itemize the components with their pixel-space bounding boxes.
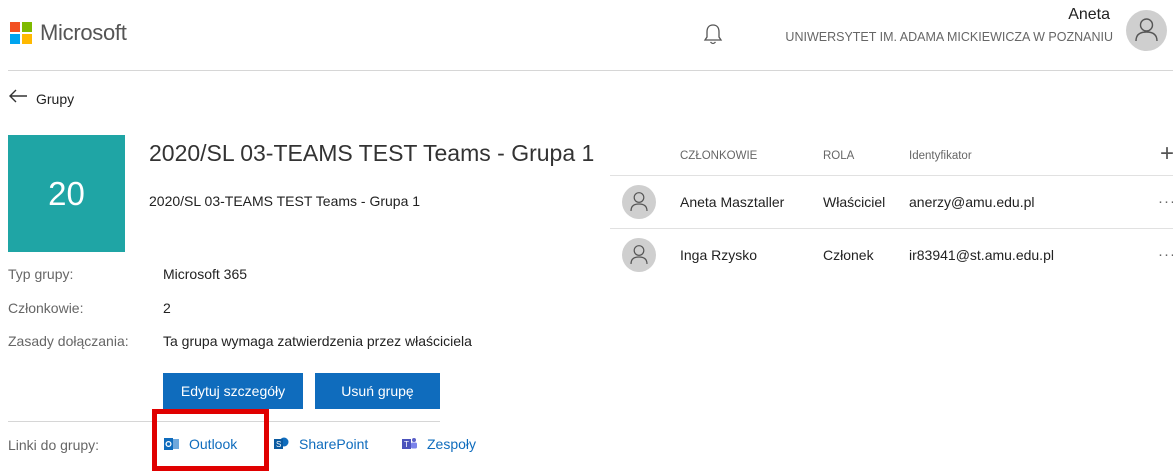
user-avatar[interactable] (1126, 10, 1167, 51)
header-divider (8, 70, 1173, 71)
svg-text:S: S (276, 440, 281, 449)
member-role: Właściciel (823, 194, 886, 210)
member-id: ir83941@st.amu.edu.pl (909, 247, 1054, 263)
group-type-value: Microsoft 365 (163, 266, 248, 282)
bell-icon[interactable] (702, 22, 724, 46)
add-member-icon[interactable]: + (1160, 140, 1173, 168)
sharepoint-link[interactable]: S SharePoint (274, 436, 368, 452)
sharepoint-link-label: SharePoint (299, 436, 369, 452)
user-name[interactable]: Aneta (1068, 6, 1110, 24)
group-description: 2020/SL 03-TEAMS TEST Teams - Grupa 1 (149, 193, 421, 209)
avatar (622, 185, 656, 219)
teams-link-label: Zespoły (427, 436, 477, 452)
avatar (622, 238, 656, 272)
teams-icon: T (402, 437, 417, 451)
teams-link[interactable]: T Zespoły (402, 436, 476, 452)
svg-text:T: T (404, 440, 409, 449)
members-count-label: Członkowie: (8, 300, 84, 316)
edit-details-button[interactable]: Edytuj szczegóły (163, 373, 303, 409)
table-header-divider (610, 175, 1173, 176)
microsoft-logo-icon (10, 22, 33, 45)
join-rules-value: Ta grupa wymaga zatwierdzenia przez właś… (163, 333, 472, 349)
column-header-members[interactable]: CZŁONKOWIE (680, 150, 757, 162)
member-name: Aneta Masztaller (680, 194, 785, 210)
group-links-label: Linki do grupy: (8, 437, 100, 453)
member-name: Inga Rzysko (680, 247, 758, 263)
more-options-icon[interactable]: ··· (1158, 193, 1173, 210)
delete-group-button[interactable]: Usuń grupę (315, 373, 440, 409)
group-title: 2020/SL 03-TEAMS TEST Teams - Grupa 1 (149, 140, 595, 166)
member-id: anerzy@amu.edu.pl (909, 194, 1035, 210)
back-label: Grupy (36, 90, 75, 107)
more-options-icon[interactable]: ··· (1158, 246, 1173, 263)
member-role: Członek (823, 247, 874, 263)
arrow-left-icon (8, 88, 28, 109)
column-header-role[interactable]: ROLA (823, 150, 854, 162)
group-type-label: Typ grupy: (8, 266, 74, 282)
members-count-value: 2 (163, 300, 171, 316)
join-rules-label: Zasady dołączania: (8, 333, 129, 349)
table-row-divider (610, 228, 1173, 229)
sharepoint-icon: S (274, 437, 289, 451)
back-to-groups-link[interactable]: Grupy (8, 88, 74, 109)
column-header-id[interactable]: Identyfikator (909, 150, 972, 162)
organization-name: UNIWERSYTET IM. ADAMA MICKIEWICZA W POZN… (785, 30, 1113, 44)
brand-name: Microsoft (40, 20, 127, 45)
highlight-box (152, 409, 269, 471)
group-tile: 20 (8, 135, 125, 252)
